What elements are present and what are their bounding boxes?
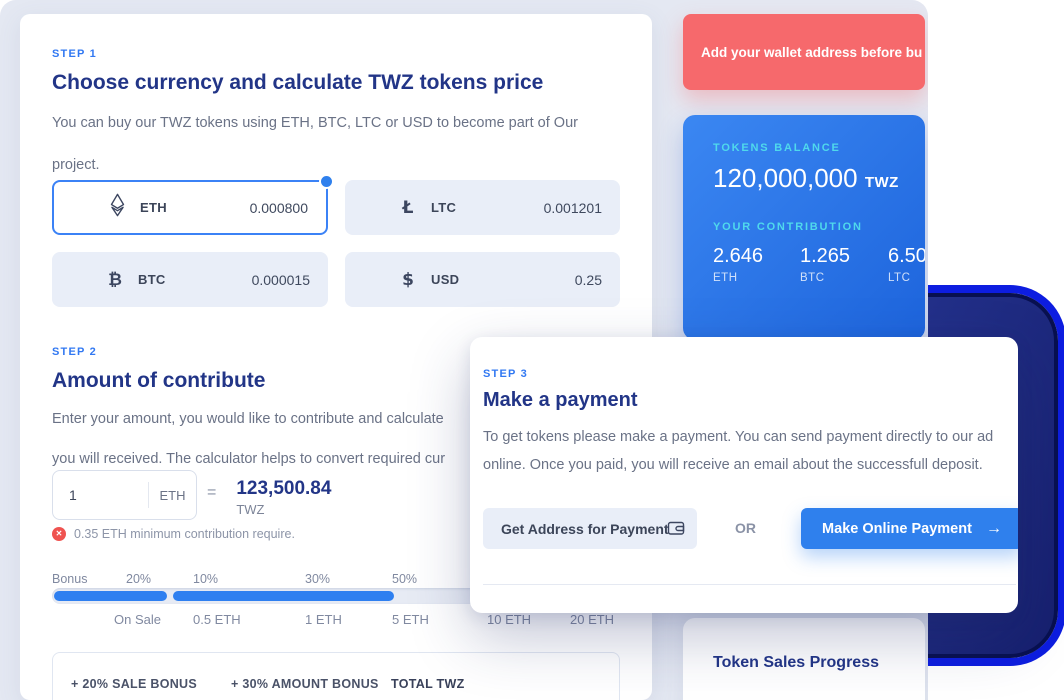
eth-icon	[106, 193, 128, 222]
currency-code: BTC	[138, 272, 166, 287]
currency-rate: 0.000015	[252, 272, 310, 288]
arrow-right-icon: →	[986, 520, 1002, 538]
currency-option-eth[interactable]: ETH 0.000800	[52, 180, 328, 235]
step3-title: Make a payment	[483, 389, 638, 412]
equals-sign: =	[207, 484, 216, 502]
step3-label: STEP 3	[483, 368, 528, 380]
get-address-label: Get Address for Payment	[501, 521, 669, 537]
bonus-axis-label: Bonus	[52, 572, 87, 586]
result-unit: TWZ	[236, 502, 331, 517]
currency-code: LTC	[431, 200, 456, 215]
total-twz-label: TOTAL TWZ	[391, 677, 465, 691]
bonus-tick-label: 0.5 ETH	[193, 612, 241, 627]
step1-label: STEP 1	[52, 48, 620, 60]
ico-purchase-screen: STEP 1 Choose currency and calculate TWZ…	[0, 0, 1064, 700]
token-sales-progress-card: Token Sales Progress	[683, 618, 925, 700]
contribution-unit: ETH	[713, 272, 800, 284]
contribution-unit: LTC	[888, 272, 925, 284]
bonus-progress-fill	[173, 591, 394, 601]
currency-option-ltc[interactable]: Ł LTC 0.001201	[345, 180, 620, 235]
currency-code: ETH	[140, 200, 167, 215]
payment-actions: Get Address for Payment OR Make Online P…	[483, 508, 1016, 549]
contribution-unit: BTC	[800, 272, 888, 284]
btc-icon: ₿	[104, 270, 126, 290]
selected-indicator-dot	[319, 174, 334, 189]
bonus-percent-label: 10%	[193, 572, 218, 586]
currency-selector: ETH 0.000800 Ł LTC 0.001201 ₿ BTC 0.0000…	[52, 180, 620, 361]
currency-option-btc[interactable]: ₿ BTC 0.000015	[52, 252, 328, 307]
contribution-btc: 1.265 BTC	[800, 245, 888, 284]
tokens-balance-value: 120,000,000 TWZ	[713, 163, 925, 194]
usd-icon: $	[397, 270, 419, 290]
tokens-value: 120,000,000	[713, 163, 858, 193]
tokens-balance-label: TOKENS BALANCE	[713, 142, 925, 154]
wallet-address-alert[interactable]: Add your wallet address before bu	[683, 14, 925, 90]
contribution-ltc: 6.500 LTC	[888, 245, 925, 284]
step3-description-line2: online. Once you paid, you will receive …	[483, 451, 1016, 479]
currency-rate: 0.000800	[250, 200, 308, 216]
bonus-tick-label: On Sale	[114, 612, 161, 627]
contribution-row: 2.646 ETH 1.265 BTC 6.500 LTC	[713, 245, 925, 284]
currency-option-usd[interactable]: $ USD 0.25	[345, 252, 620, 307]
tokens-balance-card: TOKENS BALANCE 120,000,000 TWZ YOUR CONT…	[683, 115, 925, 340]
get-address-button[interactable]: Get Address for Payment	[483, 508, 697, 549]
bonus-progress-fill	[54, 591, 167, 601]
amount-unit-label: ETH	[149, 488, 196, 503]
bonus-summary-box: + 20% SALE BONUS + 30% AMOUNT BONUS TOTA…	[52, 652, 620, 700]
bonus-percent-label: 30%	[305, 572, 330, 586]
error-icon	[52, 527, 66, 541]
make-online-payment-label: Make Online Payment	[822, 521, 972, 537]
bonus-tick-label: 10 ETH	[487, 612, 531, 627]
amount-bonus-label: + 30% AMOUNT BONUS	[231, 677, 379, 691]
bonus-tick-label: 5 ETH	[392, 612, 429, 627]
bonus-percent-label: 50%	[392, 572, 417, 586]
currency-rate: 0.25	[575, 272, 602, 288]
wallet-icon	[667, 519, 685, 540]
or-separator: OR	[723, 520, 768, 536]
amount-input[interactable]	[53, 487, 148, 503]
step1-title: Choose currency and calculate TWZ tokens…	[52, 71, 620, 95]
contribution-value: 2.646	[713, 245, 800, 268]
sale-bonus-label: + 20% SALE BONUS	[71, 677, 197, 691]
step3-description-line1: To get tokens please make a payment. You…	[483, 423, 1016, 451]
overlay-divider	[483, 584, 1016, 585]
amount-input-box: ETH	[52, 470, 197, 520]
bonus-tick-label: 1 ETH	[305, 612, 342, 627]
step1-description-line2: project.	[52, 151, 620, 179]
contribution-value: 6.500	[888, 245, 925, 268]
contribution-value: 1.265	[800, 245, 888, 268]
alert-text: Add your wallet address before bu	[701, 45, 922, 60]
bonus-percent-label: 20%	[126, 572, 151, 586]
step3-card: STEP 3 Make a payment To get tokens plea…	[470, 337, 1018, 613]
step1-description-line1: You can buy our TWZ tokens using ETH, BT…	[52, 109, 620, 137]
your-contribution-label: YOUR CONTRIBUTION	[713, 221, 925, 233]
result-value: 123,500.84	[236, 478, 331, 500]
ltc-icon: Ł	[397, 198, 419, 218]
currency-rate: 0.001201	[544, 200, 602, 216]
tokens-unit: TWZ	[865, 174, 899, 191]
bonus-tick-label: 20 ETH	[570, 612, 614, 627]
step1-section: STEP 1 Choose currency and calculate TWZ…	[52, 48, 620, 179]
currency-code: USD	[431, 272, 459, 287]
conversion-result: 123,500.84 TWZ	[236, 470, 331, 517]
make-online-payment-button[interactable]: Make Online Payment →	[801, 508, 1018, 549]
error-text: 0.35 ETH minimum contribution require.	[74, 527, 295, 541]
token-sales-progress-title: Token Sales Progress	[713, 654, 925, 672]
contribution-eth: 2.646 ETH	[713, 245, 800, 284]
